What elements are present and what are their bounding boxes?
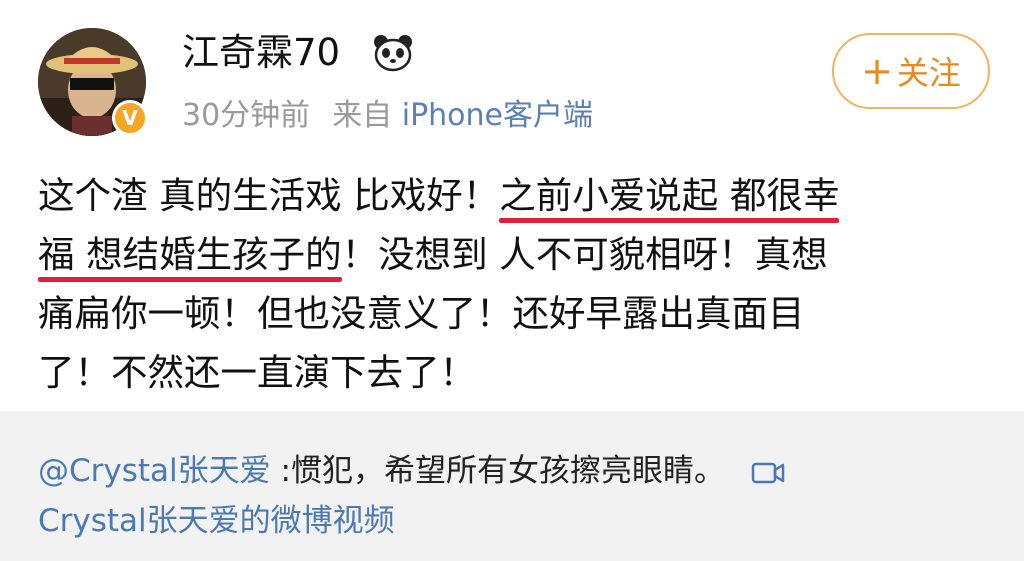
verified-badge: V <box>112 100 148 136</box>
post-text: 这个渣 真的生活戏 比戏好！之前小爱说起 都很幸 福 想结婚生孩子的！没想到 人… <box>38 166 998 402</box>
repost-text: @Crystal张天爱 :惯犯，希望所有女孩擦亮眼睛。 <box>38 449 785 493</box>
post-line: 了！不然还一直演下去了！ <box>38 351 476 394</box>
post-meta: 30分钟前 来自 iPhone客户端 <box>182 96 593 136</box>
follow-label: 关注 <box>896 54 961 92</box>
username[interactable]: 江奇霖70 <box>182 30 340 76</box>
mention-link[interactable]: @Crystal张天爱 <box>38 453 271 489</box>
plus-icon: + <box>861 49 893 93</box>
post-line1-a: 这个渣 真的生活戏 比戏好！ <box>38 174 500 217</box>
post-line2-b: ！没想到 人不可貌相呀！真想 <box>341 233 828 276</box>
post-line: 福 想结婚生孩子的！没想到 人不可貌相呀！真想 <box>38 225 998 284</box>
post-source[interactable]: iPhone客户端 <box>402 98 593 133</box>
post-time: 30分钟前 <box>182 98 311 133</box>
post-line: 痛扁你一顿！但也没意义了！还好早露出真面目 <box>38 292 805 335</box>
highlighted-text: 之前小爱说起 都很幸 <box>499 174 840 217</box>
panda-icon <box>374 35 412 72</box>
post-line: 这个渣 真的生活戏 比戏好！之前小爱说起 都很幸 <box>38 166 998 225</box>
repost-body: :惯犯，希望所有女孩擦亮眼睛。 <box>270 453 725 489</box>
source-prefix: 来自 <box>332 98 393 133</box>
video-link[interactable]: Crystal张天爱的微博视频 <box>38 499 395 543</box>
highlighted-text: 福 想结婚生孩子的 <box>38 233 342 276</box>
repost-box[interactable]: @Crystal张天爱 :惯犯，希望所有女孩擦亮眼睛。 Crystal张天爱的微… <box>0 411 1024 561</box>
video-icon[interactable] <box>751 460 785 486</box>
follow-button[interactable]: + 关注 <box>832 33 990 109</box>
